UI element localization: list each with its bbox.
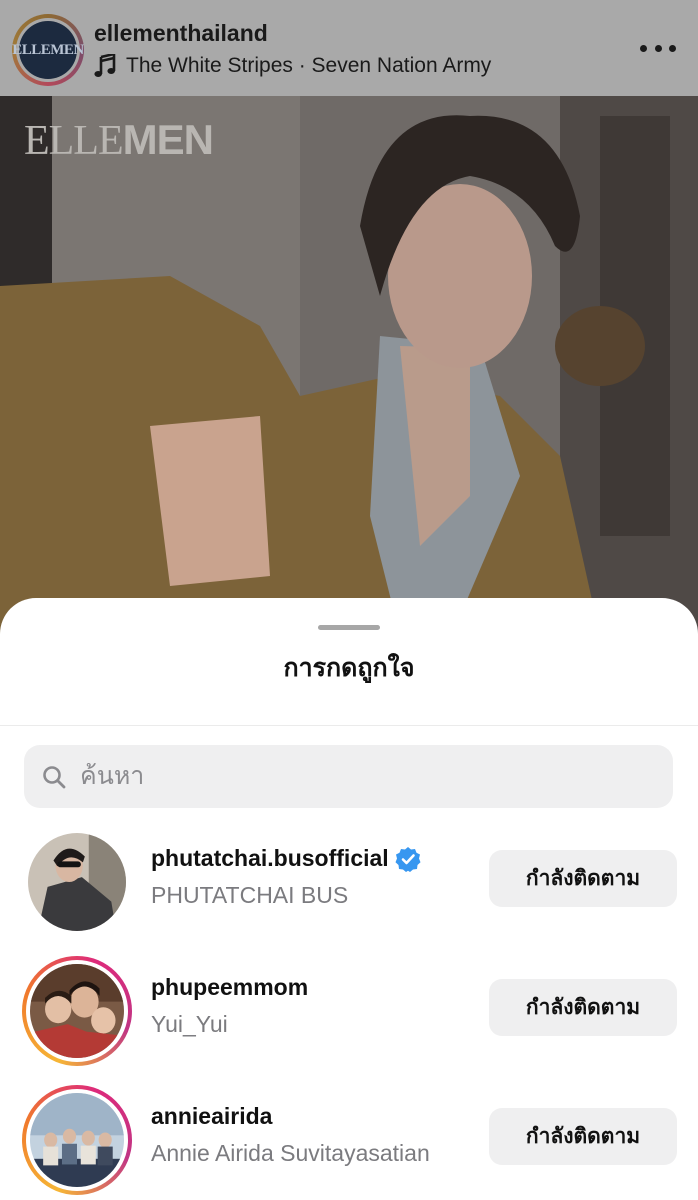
sheet-grabber-handle[interactable] <box>318 625 380 630</box>
username[interactable]: annieairida <box>151 1103 272 1130</box>
following-button[interactable]: กำลังติดตาม <box>489 850 677 907</box>
search-bar[interactable] <box>24 745 673 808</box>
avatar[interactable] <box>22 1085 132 1195</box>
post-photo-illustration <box>0 96 698 636</box>
photo-brand-watermark: ELLEMEN <box>24 116 214 164</box>
avatar-photo <box>28 833 126 931</box>
post-header: ELLEMEN ellementhailand The White Stripe… <box>0 0 698 96</box>
post-author-avatar[interactable]: ELLEMEN <box>12 14 84 86</box>
avatar-photo <box>30 964 124 1058</box>
following-button[interactable]: กำลังติดตาม <box>489 1108 677 1165</box>
avatar[interactable] <box>22 956 132 1066</box>
avatar[interactable] <box>22 827 132 937</box>
likes-sheet: การกดถูกใจ phutatchai.busof <box>0 598 698 1200</box>
post-music-title: The White Stripes · Seven Nation Army <box>126 54 492 77</box>
following-button[interactable]: กำลังติดตาม <box>489 979 677 1036</box>
list-item[interactable]: annieairida Annie Airida Suvitayasatian … <box>0 1083 698 1200</box>
full-name: Yui_Yui <box>151 1011 228 1037</box>
verified-badge-icon <box>395 846 421 872</box>
full-name: PHUTATCHAI BUS <box>151 882 349 908</box>
avatar-photo <box>30 1093 124 1187</box>
music-note-icon <box>94 54 116 77</box>
likes-list: phutatchai.busofficial PHUTATCHAI BUS กำ… <box>0 825 698 1200</box>
full-name: Annie Airida Suvitayasatian <box>151 1140 430 1166</box>
list-item[interactable]: phupeemmom Yui_Yui กำลังติดตาม <box>0 954 698 1083</box>
sheet-title: การกดถูกใจ <box>283 654 415 682</box>
list-item[interactable]: phutatchai.busofficial PHUTATCHAI BUS กำ… <box>0 825 698 954</box>
post-photo: ELLEMEN <box>0 96 698 636</box>
username[interactable]: phupeemmom <box>151 974 308 1001</box>
post-music-link[interactable]: The White Stripes · Seven Nation Army <box>94 54 491 78</box>
sheet-divider <box>0 725 698 726</box>
post-avatar-logo: ELLEMEN <box>12 41 84 58</box>
username[interactable]: phutatchai.busofficial <box>151 845 389 872</box>
search-icon <box>43 765 66 788</box>
more-options-icon[interactable] <box>640 38 676 58</box>
search-input[interactable] <box>80 762 640 791</box>
post-author-username[interactable]: ellementhailand <box>94 20 268 47</box>
